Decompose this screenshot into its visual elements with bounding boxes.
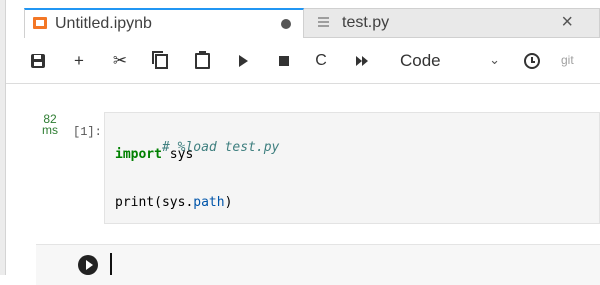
clock-icon xyxy=(524,53,540,69)
tab-test-py[interactable]: test.py × xyxy=(304,8,600,38)
plus-icon: + xyxy=(74,51,84,70)
git-button[interactable]: git xyxy=(561,53,574,67)
copy-button[interactable] xyxy=(149,48,173,74)
execution-time-button[interactable] xyxy=(520,48,544,74)
code-text: ) xyxy=(224,195,233,210)
run-cell-icon[interactable] xyxy=(78,255,98,275)
cell-type-dropdown[interactable]: Code ⌄ xyxy=(384,48,514,74)
code-attribute: path xyxy=(193,195,225,210)
paste-icon xyxy=(194,51,210,69)
code-cell-editor[interactable]: # %load test.py import sys print(sys.pat… xyxy=(104,112,600,224)
text-cursor xyxy=(110,253,112,275)
unsaved-indicator-icon[interactable] xyxy=(281,19,291,29)
save-icon xyxy=(31,54,45,68)
tab-untitled-ipynb[interactable]: Untitled.ipynb xyxy=(24,8,304,38)
chevron-down-icon: ⌄ xyxy=(489,52,500,67)
restart-kernel-button[interactable]: C xyxy=(309,48,333,74)
tab-label: test.py xyxy=(342,14,390,31)
code-line-2: import sys xyxy=(115,147,193,162)
execution-prompt: [1]: xyxy=(73,125,102,139)
tab-bar: Untitled.ipynb test.py × xyxy=(6,0,600,38)
tab-label: Untitled.ipynb xyxy=(55,15,152,32)
code-text: sys xyxy=(161,147,194,162)
interrupt-button[interactable] xyxy=(272,48,296,74)
run-button[interactable] xyxy=(231,48,255,74)
notebook-toolbar: + ✂ C Code ⌄ git xyxy=(6,40,600,84)
scissors-icon: ✂ xyxy=(112,51,128,70)
text-file-icon xyxy=(318,17,329,30)
empty-code-cell[interactable] xyxy=(36,244,600,285)
paste-button[interactable] xyxy=(190,48,214,74)
notebook-icon xyxy=(33,17,47,29)
play-icon xyxy=(238,55,248,67)
cut-button[interactable]: ✂ xyxy=(108,48,132,74)
close-tab-icon[interactable]: × xyxy=(561,11,573,34)
fast-forward-icon xyxy=(356,56,368,66)
insert-cell-button[interactable]: + xyxy=(67,48,91,74)
restart-icon: C xyxy=(315,52,327,69)
save-button[interactable] xyxy=(26,48,50,74)
cell-type-label: Code xyxy=(400,51,441,70)
execution-time-unit: ms xyxy=(42,123,58,137)
code-text: print(sys. xyxy=(115,195,194,210)
code-keyword: import xyxy=(115,147,162,162)
stop-icon xyxy=(279,56,289,66)
restart-run-all-button[interactable] xyxy=(350,48,374,74)
copy-icon xyxy=(151,50,168,69)
notebook-cells: 82 ms [1]: # %load test.py import sys pr… xyxy=(6,84,600,285)
code-line-4: print(sys.path) xyxy=(115,195,232,210)
cell-execution-time: 82 ms xyxy=(37,113,63,137)
